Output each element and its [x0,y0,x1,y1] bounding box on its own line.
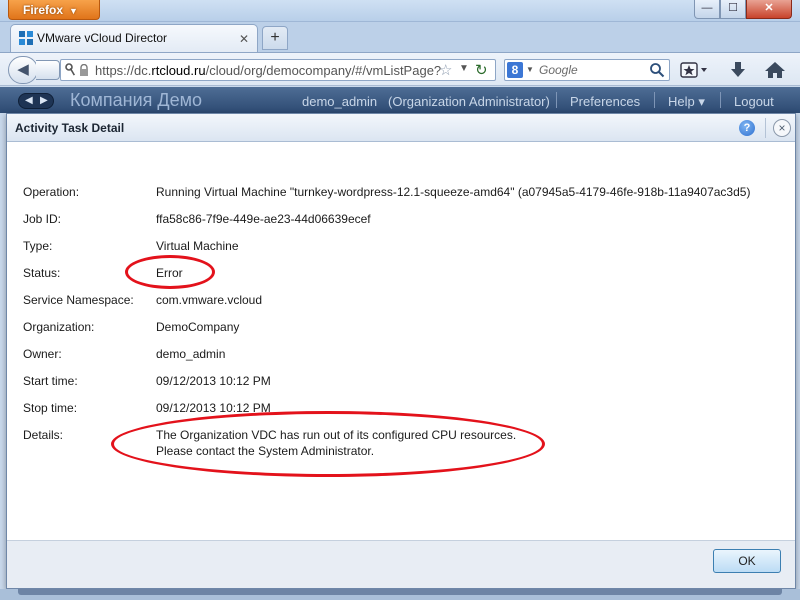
url-text: https://dc.rtcloud.ru/cloud/org/democomp… [95,63,442,78]
header-divider [654,92,655,108]
header-divider [720,92,721,108]
dialog-body: Operation: Running Virtual Machine "turn… [7,142,795,540]
dialog-footer: OK [7,540,795,588]
bookmark-star-icon[interactable]: ☆ [439,61,452,79]
back-button[interactable]: ◀ [8,56,38,84]
tab-strip: VMware vCloud Director ✕ + [0,22,800,52]
organization-name: Компания Демо [70,90,202,110]
close-window-button[interactable]: ✕ [746,0,792,19]
field-label: Operation: [23,185,80,199]
bottom-edge [0,589,800,600]
app-header: ◀ ▶ Компания Демо demo_admin (Organizati… [0,87,800,113]
forward-button[interactable] [36,60,60,80]
bookmarks-menu-icon[interactable] [680,61,710,81]
dialog-titlebar: Activity Task Detail ? × [7,114,795,142]
logout-link[interactable]: Logout [734,94,774,109]
preferences-link[interactable]: Preferences [570,94,640,109]
underlying-panel-edge [18,589,782,595]
activity-task-detail-dialog: Activity Task Detail ? × Operation: Runn… [6,113,796,589]
field-value: Virtual Machine [156,239,239,253]
maximize-button[interactable]: ☐ [720,0,746,19]
search-icon[interactable] [649,62,665,78]
details-line-1: The Organization VDC has run out of its … [156,428,517,442]
firefox-menu-label: Firefox [23,3,64,17]
chevron-down-icon: ▼ [69,6,78,16]
history-nav-arrows[interactable]: ◀ ▶ [18,93,54,109]
search-engine-selector[interactable]: 8 ▼ [507,62,535,78]
field-label: Service Namespace: [23,293,134,307]
field-value: ffa58c86-7f9e-449e-ae23-44d06639ecef [156,212,371,226]
field-label: Organization: [23,320,95,334]
field-label: Job ID: [23,212,62,226]
reload-icon[interactable]: ↻ [475,61,488,79]
search-bar[interactable]: 8 ▼ Google [504,59,670,81]
help-icon[interactable]: ? [739,120,755,136]
field-value: DemoCompany [156,320,240,334]
url-history-dropdown-icon[interactable]: ▼ [459,63,469,74]
field-label: Details: [23,428,64,442]
tab-close-icon[interactable]: ✕ [239,32,249,46]
current-user: demo_admin [302,94,378,109]
field-value: demo_admin [156,347,226,361]
minimize-button[interactable]: — [694,0,720,19]
lock-icon [80,64,88,76]
user-role: (Organization Administrator) [388,94,550,109]
field-label: Type: [23,239,53,253]
header-divider [556,92,557,108]
home-icon[interactable] [764,60,786,80]
arrow-right-icon[interactable]: ▶ [40,95,48,106]
field-value: 09/12/2013 10:12 PM [156,374,271,388]
status-value: Error [156,266,183,280]
download-icon[interactable] [728,60,748,80]
firefox-menu-button[interactable]: Firefox ▼ [8,0,100,20]
help-menu-link[interactable]: Help ▾ [668,94,705,110]
details-line-2: Please contact the System Administrator. [156,444,375,458]
tab-vcloud-director[interactable]: VMware vCloud Director ✕ [10,24,258,52]
field-value: com.vmware.vcloud [156,293,263,307]
field-label: Owner: [23,347,62,361]
vmware-favicon-icon [19,31,33,45]
url-bar[interactable]: https://dc.rtcloud.ru/cloud/org/democomp… [60,59,496,81]
field-label: Stop time: [23,401,78,415]
arrow-left-icon[interactable]: ◀ [25,95,33,106]
field-label: Start time: [23,374,78,388]
navigation-bar: ◀ https://dc.rtcloud.ru/cloud/org/democo… [0,52,800,86]
search-placeholder: Google [539,63,578,77]
titlebar-divider [765,118,766,138]
window-titlebar: Firefox ▼ — ☐ ✕ [0,0,800,22]
field-label: Status: [23,266,61,280]
new-tab-button[interactable]: + [262,26,288,50]
dialog-title: Activity Task Detail [15,121,125,135]
close-icon[interactable]: × [773,119,791,137]
google-engine-icon: 8 [507,62,523,78]
key-icon [65,63,76,76]
ok-button[interactable]: OK [713,549,781,573]
chevron-down-icon: ▼ [526,65,534,74]
field-value: Running Virtual Machine "turnkey-wordpre… [156,185,751,199]
field-value: 09/12/2013 10:12 PM [156,401,271,415]
tab-title: VMware vCloud Director [37,31,168,45]
